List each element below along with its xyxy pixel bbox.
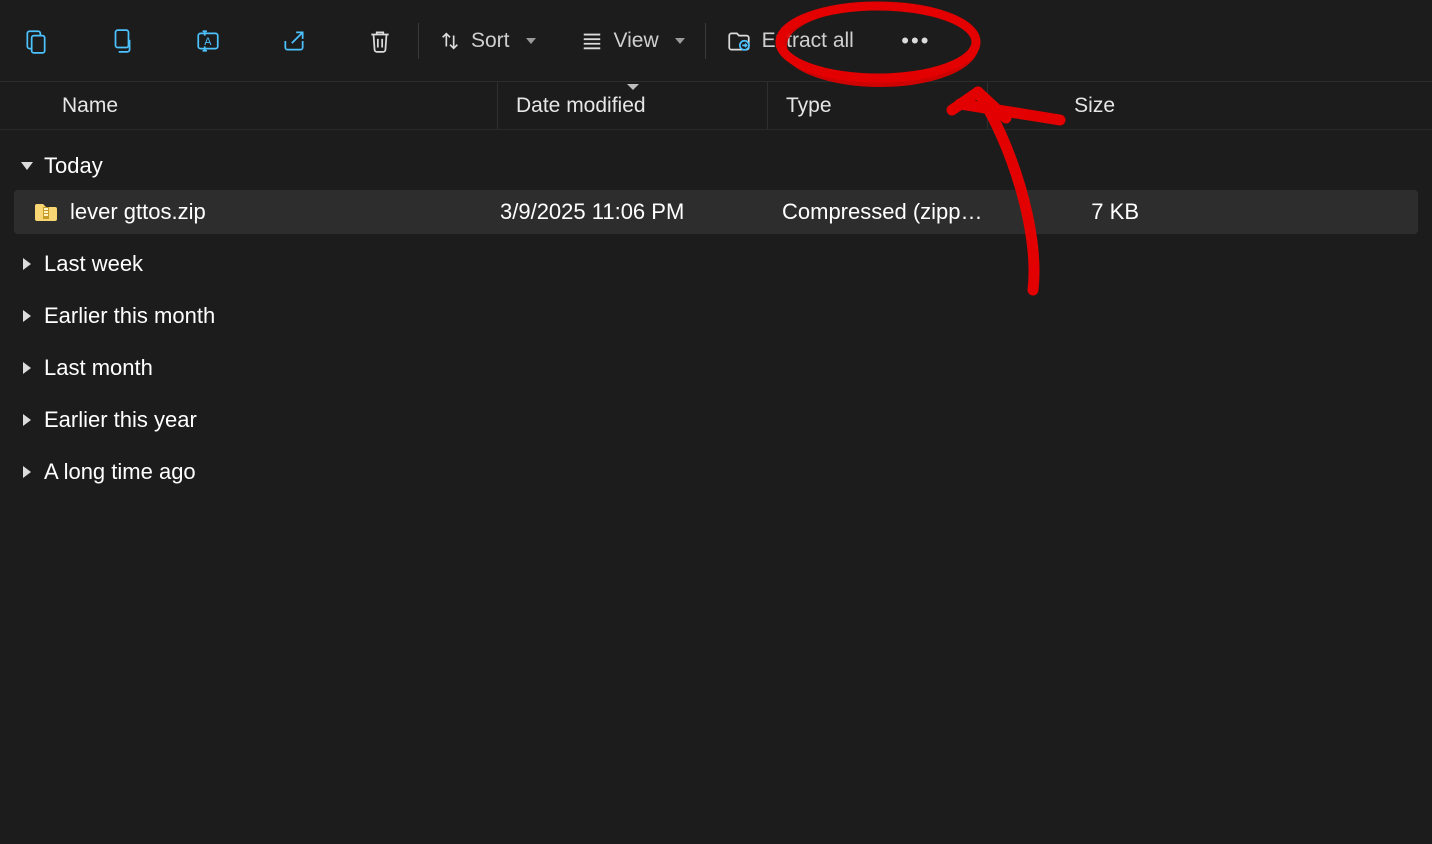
chevron-right-icon [18, 466, 36, 478]
extract-icon [726, 28, 752, 54]
toolbar-separator [705, 23, 706, 59]
column-date-label: Date modified [516, 94, 646, 118]
extract-label: Extract all [762, 29, 854, 53]
group-last-week[interactable]: Last week [14, 242, 1418, 286]
column-name[interactable]: Name [20, 82, 498, 129]
view-list-icon [580, 30, 604, 52]
share-icon [281, 28, 307, 54]
group-earlier-month[interactable]: Earlier this month [14, 294, 1418, 338]
rename-icon: A [195, 28, 221, 54]
column-size[interactable]: Size [988, 82, 1133, 129]
chevron-right-icon [18, 362, 36, 374]
cut-button[interactable] [8, 13, 64, 69]
group-label: Last week [44, 251, 143, 277]
column-size-label: Size [1074, 94, 1115, 118]
sort-button[interactable]: Sort [429, 13, 546, 69]
chevron-right-icon [18, 310, 36, 322]
group-today[interactable]: Today [14, 144, 1418, 188]
group-earlier-year[interactable]: Earlier this year [14, 398, 1418, 442]
copy-icon [109, 28, 135, 54]
chevron-right-icon [18, 414, 36, 426]
view-label: View [614, 29, 659, 53]
column-type-label: Type [786, 94, 832, 118]
paste-button[interactable]: A [180, 13, 236, 69]
chevron-right-icon [18, 258, 36, 270]
column-type[interactable]: Type [768, 82, 988, 129]
file-size: 7 KB [1014, 199, 1139, 225]
chevron-down-icon [18, 162, 36, 170]
group-label: Earlier this year [44, 407, 197, 433]
group-last-month[interactable]: Last month [14, 346, 1418, 390]
copy-button[interactable] [94, 13, 150, 69]
group-label: Today [44, 153, 103, 179]
group-label: Last month [44, 355, 153, 381]
more-icon: ••• [901, 28, 930, 54]
toolbar: A [0, 0, 1432, 82]
sort-desc-icon [627, 84, 639, 90]
column-date[interactable]: Date modified [498, 82, 768, 129]
chevron-down-icon [675, 38, 685, 44]
column-name-label: Name [62, 94, 118, 118]
file-type: Compressed (zipp… [782, 199, 1002, 225]
column-headers: Name Date modified Type Size [0, 82, 1432, 130]
extract-all-button[interactable]: Extract all [716, 13, 876, 69]
file-name: lever gttos.zip [70, 199, 206, 225]
file-date: 3/9/2025 11:06 PM [500, 199, 770, 225]
group-label: A long time ago [44, 459, 196, 485]
sort-label: Sort [471, 29, 510, 53]
group-label: Earlier this month [44, 303, 215, 329]
svg-text:A: A [204, 35, 212, 47]
file-explorer-window: A [0, 0, 1432, 844]
toolbar-separator [418, 23, 419, 59]
sort-icon [439, 30, 461, 52]
view-button[interactable]: View [570, 13, 695, 69]
delete-button[interactable] [352, 13, 408, 69]
file-list[interactable]: Today lever gttos.zip 3/9/2025 11:06 PM … [0, 130, 1432, 844]
share-button[interactable] [266, 13, 322, 69]
trash-icon [367, 28, 393, 54]
file-row[interactable]: lever gttos.zip 3/9/2025 11:06 PM Compre… [14, 190, 1418, 234]
cut-icon [23, 28, 49, 54]
more-button[interactable]: ••• [888, 13, 944, 69]
zip-file-icon [34, 202, 58, 222]
chevron-down-icon [526, 38, 536, 44]
group-long-ago[interactable]: A long time ago [14, 450, 1418, 494]
